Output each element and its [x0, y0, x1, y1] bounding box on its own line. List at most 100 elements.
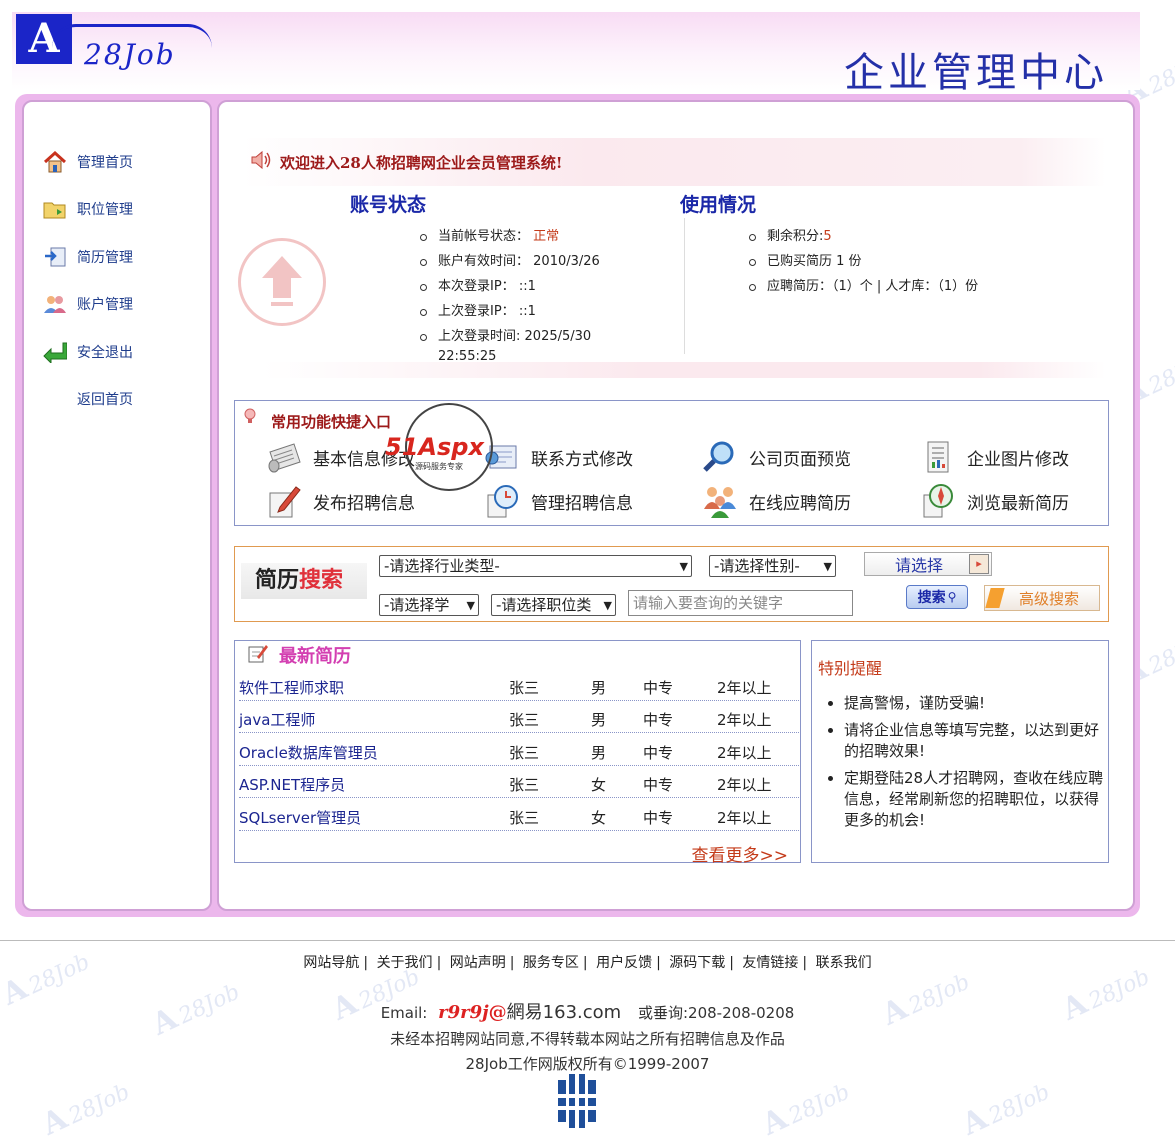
welcome-bar: 欢迎进入28人称招聘网企业会员管理系统! [242, 138, 1106, 186]
chevron-down-icon: ▼ [603, 599, 612, 612]
watermark-text: 51Aspx [385, 433, 484, 461]
chevron-down-icon: ▼ [679, 560, 688, 573]
this-ip-label: 本次登录IP： [438, 279, 515, 294]
education-select-value: -请选择学 [384, 596, 450, 614]
usage-info-list: 剩余积分:5 已购买简历 1 份 应聘简历：（1）个 | 人才库：（1）份 [747, 224, 1087, 299]
footer-link-contact[interactable]: 联系我们 [816, 955, 872, 971]
page-title: 企业管理中心 [844, 50, 1108, 96]
position-select[interactable]: -请选择职位类 ▼ [491, 594, 616, 616]
separator: | [582, 955, 588, 971]
table-row: java工程师 张三 男 中专 2年以上 [239, 701, 799, 733]
sidebar-item-home[interactable]: 管理首页 [42, 149, 133, 175]
advanced-search-button[interactable]: 高级搜索 [984, 585, 1100, 611]
search-title-black: 简历 [255, 568, 300, 593]
compass-doc-icon [919, 482, 957, 520]
quick-item-label: 管理招聘信息 [531, 493, 633, 514]
notepad-icon [247, 643, 269, 667]
list-item: 剩余积分:5 [747, 224, 1087, 249]
footer-link-services[interactable]: 服务专区 [523, 955, 579, 971]
resume-icon [42, 244, 68, 270]
quick-browse-resumes[interactable]: 浏览最新简历 [919, 482, 1069, 520]
email-address-image: r9r9j@網易163.com [438, 998, 621, 1024]
quick-item-label: 企业图片修改 [967, 449, 1069, 470]
resume-title-link[interactable]: 软件工程师求职 [239, 677, 344, 698]
document-icon [919, 438, 957, 476]
table-row: 软件工程师求职 张三 男 中专 2年以上 [239, 669, 799, 701]
newspaper-icon [265, 438, 303, 476]
list-item: 当前帐号状态： 正常 [418, 224, 668, 249]
footer-link-download[interactable]: 源码下载 [669, 955, 725, 971]
account-info-list: 当前帐号状态： 正常 账户有效时间： 2010/3/26 本次登录IP： ::1… [418, 224, 668, 367]
footer-link-friends[interactable]: 友情链接 [742, 955, 798, 971]
resume-title-link[interactable]: Oracle数据库管理员 [239, 742, 378, 763]
search-title: 简历搜索 [241, 563, 367, 599]
applied-resumes: 应聘简历：（1）个 | 人才库：（1）份 [767, 279, 979, 294]
this-ip-value: ::1 [518, 279, 536, 294]
bulb-icon [243, 407, 257, 429]
special-notice-panel: 特别提醒 提高警惕，谨防受骗! 请将企业信息等填写完整，以达到更好的招聘效果! … [811, 640, 1109, 863]
chevron-down-icon: ▼ [466, 599, 475, 612]
resume-experience: 2年以上 [717, 679, 772, 697]
quick-online-applications[interactable]: 在线应聘简历 [701, 482, 851, 520]
sidebar-item-back-home[interactable]: 返回首页 [42, 386, 133, 412]
vertical-divider [684, 218, 685, 354]
separator: | [363, 955, 369, 971]
resume-title-link[interactable]: SQLserver管理员 [239, 807, 361, 828]
footer-notice: 未经本招聘网站同意,不得转载本网站之所有招聘信息及作品 [390, 1030, 785, 1048]
quick-access-panel: 常用功能快捷入口 基本信息修改 联系方式修改 公司页面预览 企业图片修改 发布招… [234, 400, 1109, 526]
doc-arrow-icon: ▸ [969, 554, 989, 574]
blank-icon [42, 386, 68, 412]
welcome-message: 欢迎进入28人称招聘网企业会员管理系统! [280, 153, 563, 172]
sidebar-item-jobs[interactable]: 职位管理 [42, 196, 133, 222]
last-ip-value: ::1 [518, 304, 536, 319]
users-icon [42, 291, 68, 317]
choose-button[interactable]: 请选择 ▸ [864, 552, 992, 576]
footer-link-feedback[interactable]: 用户反馈 [596, 955, 652, 971]
resume-experience: 2年以上 [717, 809, 772, 827]
latest-resumes-title: 最新简历 [279, 646, 351, 667]
last-time-value: 2025/5/30 [524, 329, 592, 344]
list-item: 上次登录时间: 2025/5/30 22:55:25 [418, 324, 668, 367]
resume-name: 张三 [509, 809, 540, 827]
table-row: SQLserver管理员 张三 女 中专 2年以上 [239, 799, 799, 831]
notice-title: 特别提醒 [818, 659, 883, 678]
footer-link-about[interactable]: 关于我们 [377, 955, 433, 971]
view-more-link[interactable]: 查看更多>> [692, 841, 789, 866]
sidebar-item-label: 管理首页 [77, 155, 133, 171]
quick-item-label: 联系方式修改 [531, 449, 633, 470]
sidebar-item-label: 返回首页 [77, 392, 133, 408]
email-domain: 網易163.com [506, 1002, 622, 1023]
email-label: Email: [380, 1004, 428, 1022]
footer-link-statement[interactable]: 网站声明 [450, 955, 506, 971]
resume-education: 中专 [643, 809, 674, 827]
resume-gender: 女 [591, 776, 607, 794]
footer-link-sitemap[interactable]: 网站导航 [303, 955, 359, 971]
quick-company-images[interactable]: 企业图片修改 [919, 438, 1069, 476]
education-select[interactable]: -请选择学 ▼ [379, 594, 479, 616]
gender-select[interactable]: -请选择性别- ▼ [709, 555, 836, 577]
notice-item: 定期登陆28人才招聘网，查收在线应聘信息，经常刷新您的招聘职位，以获得更多的机会… [844, 768, 1106, 831]
sidebar-item-account[interactable]: 账户管理 [42, 291, 133, 317]
industry-select[interactable]: -请选择行业类型- ▼ [379, 555, 692, 577]
keyword-input[interactable]: 请输入要查询的关键字 [628, 590, 853, 616]
resume-title-link[interactable]: ASP.NET程序员 [239, 774, 345, 795]
resume-title-link[interactable]: java工程师 [239, 709, 315, 730]
exit-arrow-icon [42, 339, 68, 365]
list-item: 本次登录IP： ::1 [418, 274, 668, 299]
resume-gender: 男 [591, 744, 607, 762]
background-watermark: A28Job [756, 1079, 854, 1136]
separator: | [509, 955, 515, 971]
sidebar-item-label: 安全退出 [77, 345, 133, 361]
resume-education: 中专 [643, 744, 674, 762]
speaker-icon [250, 150, 272, 174]
sidebar-item-logout[interactable]: 安全退出 [42, 339, 133, 365]
search-button[interactable]: 搜索 ⚲ [906, 585, 968, 609]
sidebar-item-resumes[interactable]: 简历管理 [42, 244, 133, 270]
quick-access-title: 常用功能快捷入口 [271, 413, 392, 431]
site-logo-text[interactable]: 28Job [84, 38, 176, 71]
resume-name: 张三 [509, 744, 540, 762]
quick-company-preview[interactable]: 公司页面预览 [701, 438, 851, 476]
resume-education: 中专 [643, 776, 674, 794]
gender-select-value: -请选择性别- [714, 557, 800, 575]
resume-education: 中专 [643, 711, 674, 729]
